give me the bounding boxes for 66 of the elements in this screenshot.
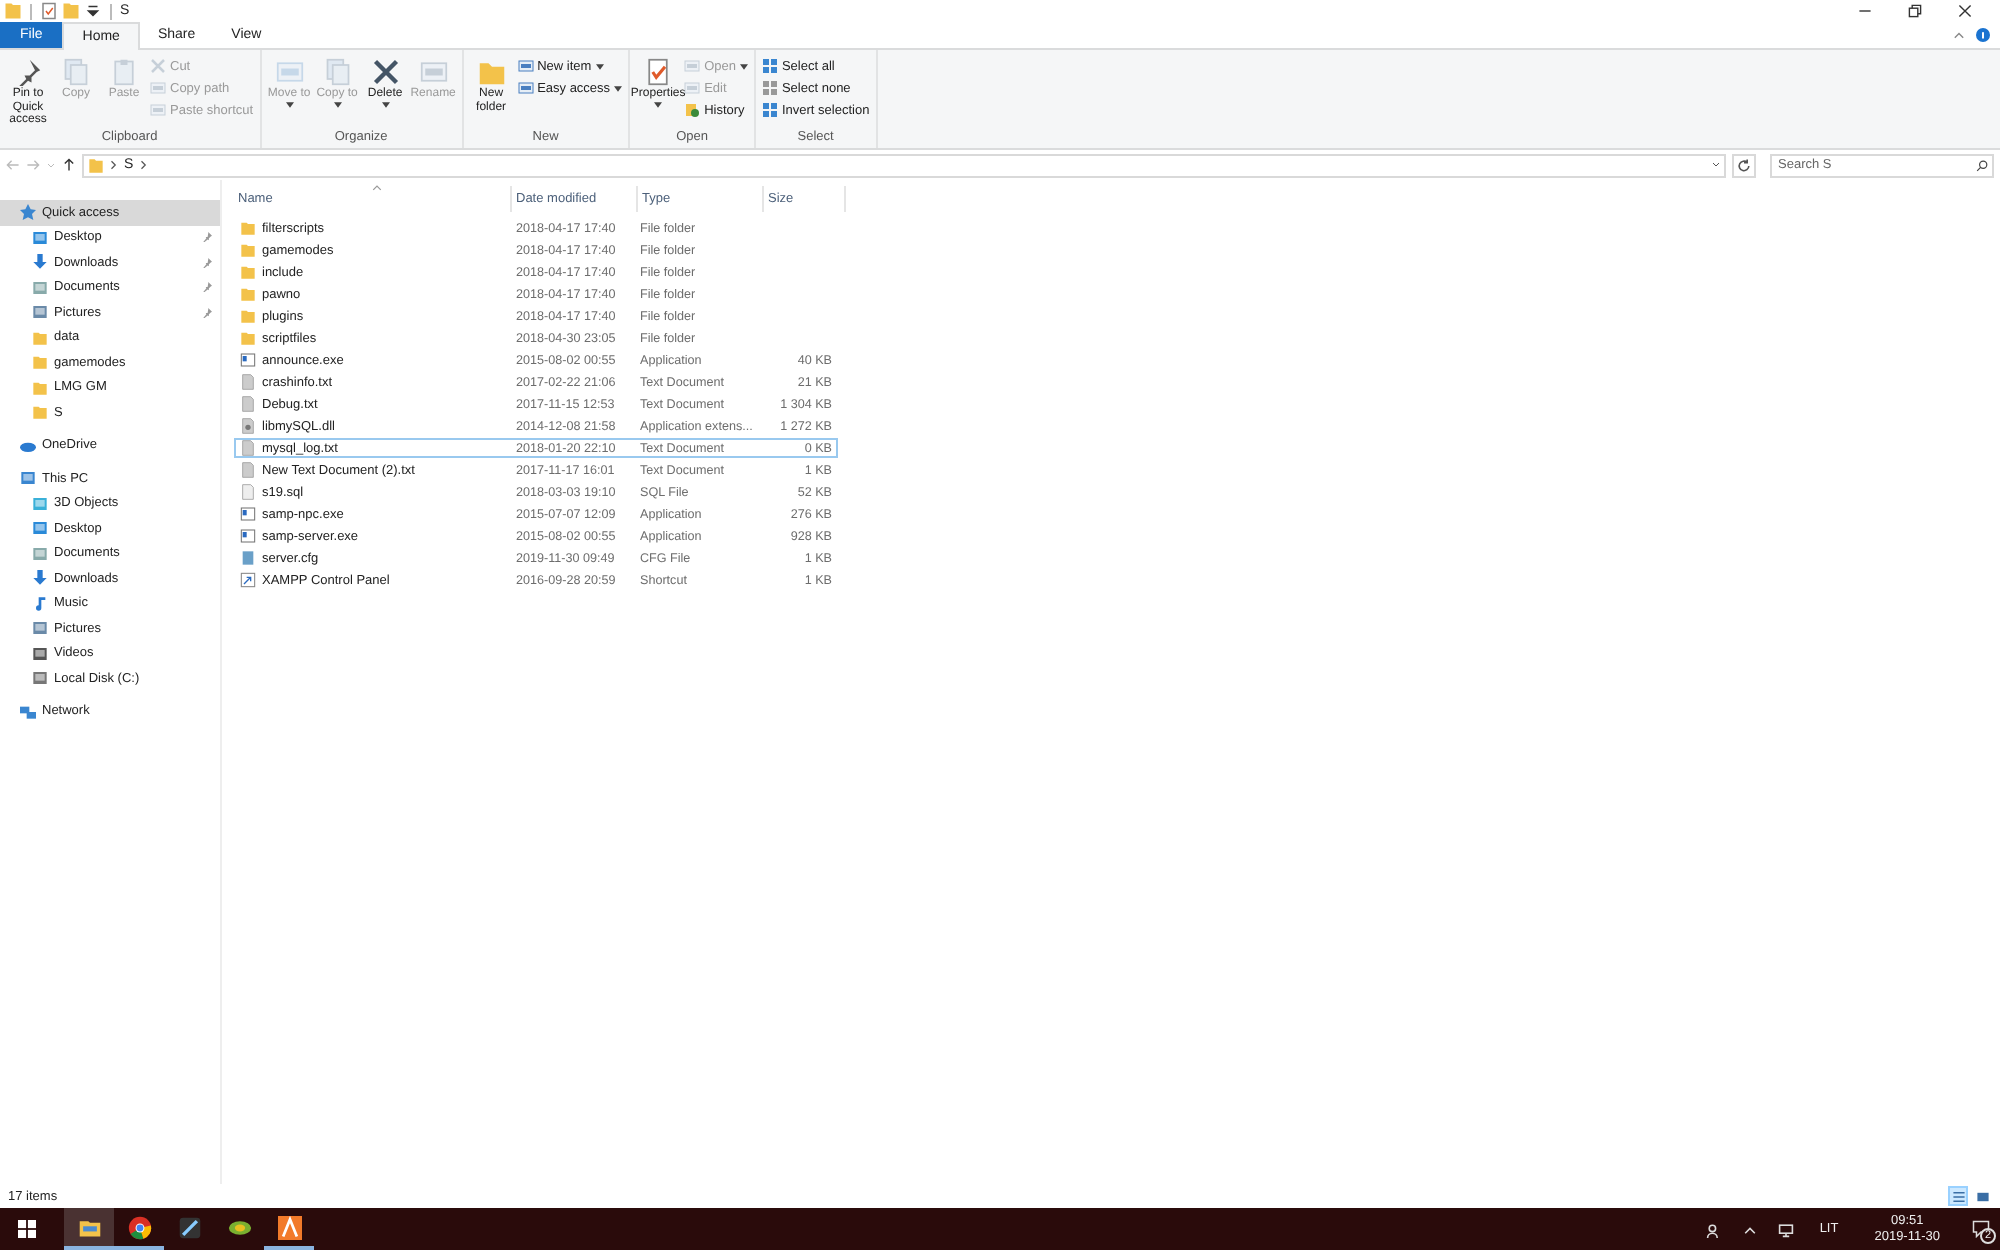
up-icon[interactable] (62, 158, 76, 172)
document-icon (32, 279, 48, 296)
picture-icon (32, 304, 48, 321)
message-icon (1971, 1220, 1989, 1238)
file-explorer-button[interactable] (64, 1208, 114, 1250)
file-icon (240, 550, 256, 566)
desktop-icon (32, 520, 48, 537)
drive-icon (32, 670, 48, 687)
browser-icon (127, 1215, 151, 1239)
download-icon (32, 254, 48, 271)
folder-icon (477, 58, 506, 86)
application-icon (240, 528, 256, 544)
computer-icon (20, 470, 36, 487)
picture-icon (32, 620, 48, 637)
restore-icon[interactable] (1908, 4, 1922, 18)
caret-icon (381, 101, 390, 107)
pin-icon (14, 58, 42, 86)
folder-icon (88, 157, 104, 173)
music-icon (32, 595, 48, 612)
cube-icon (32, 495, 48, 512)
pen-tile-icon (177, 1215, 201, 1239)
folder-icon (77, 1215, 101, 1239)
close-icon[interactable] (1958, 4, 1972, 18)
cloud-icon (20, 437, 36, 454)
copy-icon (62, 58, 90, 86)
caret-icon (654, 101, 663, 107)
clipboard-icon (110, 58, 138, 86)
copy-icon (323, 58, 352, 86)
caret-icon (595, 63, 604, 69)
document-icon (32, 545, 48, 562)
minimize-icon[interactable] (1858, 4, 1872, 18)
start-icon[interactable] (18, 1220, 36, 1238)
download-icon (32, 570, 48, 587)
select-all-icon (761, 58, 778, 74)
application-icon (240, 352, 256, 368)
help-icon[interactable] (1976, 28, 1990, 42)
dropdown-icon[interactable] (84, 2, 102, 20)
caret-icon (333, 101, 342, 107)
oval-logo-icon (227, 1215, 251, 1239)
caret-icon (285, 101, 294, 107)
peak-tile-icon (277, 1215, 301, 1239)
search-icon (1976, 159, 1988, 171)
refresh-icon[interactable] (1732, 153, 1756, 177)
chevron-icon[interactable] (110, 160, 118, 170)
delete-icon (371, 58, 400, 86)
invert-icon (761, 102, 778, 118)
sort-icon (372, 184, 382, 192)
chevron-icon[interactable] (139, 160, 148, 170)
application-icon (240, 506, 256, 522)
details-view-button[interactable] (1948, 1186, 1968, 1206)
network-icon (20, 703, 36, 720)
properties-icon[interactable] (40, 2, 58, 20)
caret-icon (739, 63, 748, 69)
list-icon (1951, 1189, 1965, 1203)
collapse-icon[interactable] (1952, 28, 1966, 42)
properties-icon (644, 58, 673, 86)
gear-document-icon (240, 418, 256, 434)
tile-icon (1975, 1189, 1989, 1203)
monitor-icon[interactable] (1777, 1221, 1794, 1237)
caret-icon (614, 85, 623, 91)
select-none-icon (761, 80, 778, 96)
desktop-icon (32, 229, 48, 246)
people-icon[interactable] (1705, 1221, 1722, 1237)
history-icon (684, 102, 701, 118)
star-icon (20, 204, 36, 221)
film-icon (32, 645, 48, 662)
